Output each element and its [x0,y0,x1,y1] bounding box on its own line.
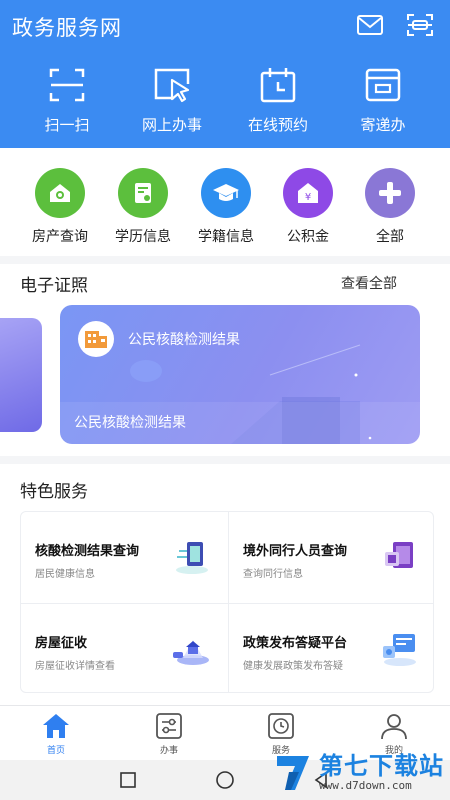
plus-icon [365,168,415,218]
service-grid: 房产查询 学历信息 学籍信息 ¥ 公积金 全部 [0,148,450,256]
sliders-icon [156,713,182,739]
watermark: 第七下载站 www.d7down.com [271,746,444,798]
certificate-footer-text: 公民核酸检测结果 [74,415,186,431]
certificate-card[interactable]: 公民核酸检测结果 公民核酸检测结果 [60,305,420,444]
quick-booking-label: 在线预约 [247,116,308,134]
see-all-link[interactable]: 查看全部 [341,273,397,293]
building-icon [78,321,114,357]
feature-policy-qa-platform[interactable]: 政策发布答疑平台 健康发展政策发布答疑 [229,604,435,694]
featured-grid: 核酸检测结果查询 居民健康信息 境外同行人员查询 查询同行信息 房屋征收 房屋征… [20,511,434,693]
parcel-icon [365,68,401,102]
service-education-info[interactable]: 学历信息 [98,168,188,246]
feature-subtitle: 居民健康信息 [35,569,95,580]
svg-text:¥: ¥ [305,192,311,203]
cursor-icon [154,68,190,103]
feature-nucleic-test-query[interactable]: 核酸检测结果查询 居民健康信息 [21,512,227,602]
test-report-icon [176,542,208,574]
service-property-query[interactable]: 房产查询 [15,168,105,246]
app-title: 政务服务网 [12,16,122,40]
feature-house-expropriation[interactable]: 房屋征收 房屋征收详情查看 [21,604,227,694]
certificate-icon [118,168,168,218]
featured-services-section: 特色服务 核酸检测结果查询 居民健康信息 境外同行人员查询 查询同行信息 房屋征… [0,464,450,705]
graduation-cap-icon [201,168,251,218]
passport-icon [385,542,413,568]
certificates-title: 电子证照 [20,276,88,296]
certificate-name: 公民核酸检测结果 [128,332,240,348]
watermark-url: www.d7down.com [319,778,412,792]
tab-label: 办事 [159,746,178,756]
house-hologram-icon [173,640,209,665]
quick-scan-label: 扫一扫 [44,116,90,134]
certificate-card-previous[interactable] [0,318,42,432]
scan-frame-icon [49,68,85,102]
quick-online-service-button[interactable]: 网上办事 [127,66,217,135]
clock-icon [268,713,294,739]
home-button[interactable] [215,771,235,789]
service-label: 学籍信息 [198,229,254,245]
feature-title: 境外同行人员查询 [243,544,348,559]
feature-title: 房屋征收 [35,636,88,651]
quick-booking-button[interactable]: 在线预约 [233,66,323,135]
tab-services-handling[interactable]: 办事 [124,712,214,756]
feature-overseas-companion-query[interactable]: 境外同行人员查询 查询同行信息 [229,512,435,602]
feature-title: 政策发布答疑平台 [243,636,348,651]
service-student-status[interactable]: 学籍信息 [181,168,271,246]
feature-subtitle: 查询同行信息 [243,569,303,580]
calendar-icon [260,68,296,103]
user-icon [381,714,407,740]
quick-mail-service-button[interactable]: 寄递办 [338,66,428,135]
service-label: 房产查询 [32,229,88,245]
watermark-name: 第七下载站 [319,751,444,780]
tab-home[interactable]: 首页 [11,712,101,756]
service-housing-fund[interactable]: ¥ 公积金 [263,168,353,246]
featured-title: 特色服务 [20,482,88,502]
feature-subtitle: 房屋征收详情查看 [35,661,115,672]
tab-label: 首页 [46,746,65,756]
service-all[interactable]: 全部 [345,168,435,246]
feature-subtitle: 健康发展政策发布答疑 [243,661,343,672]
home-icon [43,714,69,738]
house-icon [35,168,85,218]
fund-icon: ¥ [283,168,333,218]
service-label: 公积金 [287,229,329,245]
service-label: 学历信息 [115,229,171,245]
quick-online-service-label: 网上办事 [141,116,202,134]
scan-icon[interactable] [406,12,434,38]
quick-mail-service-label: 寄递办 [360,116,406,134]
mail-icon[interactable] [356,12,384,38]
feature-title: 核酸检测结果查询 [35,544,140,559]
quick-scan-button[interactable]: 扫一扫 [22,66,112,135]
policy-board-icon [383,634,416,666]
certificates-section: 电子证照 查看全部 公民核酸检测结果 公民核酸检测结果 [0,264,450,456]
service-label: 全部 [376,229,404,245]
watermark-logo [277,756,309,790]
recent-apps-button[interactable] [119,771,137,789]
header-bar: 政务服务网 扫一扫 网上办事 在线预约 寄递办 [0,0,450,148]
